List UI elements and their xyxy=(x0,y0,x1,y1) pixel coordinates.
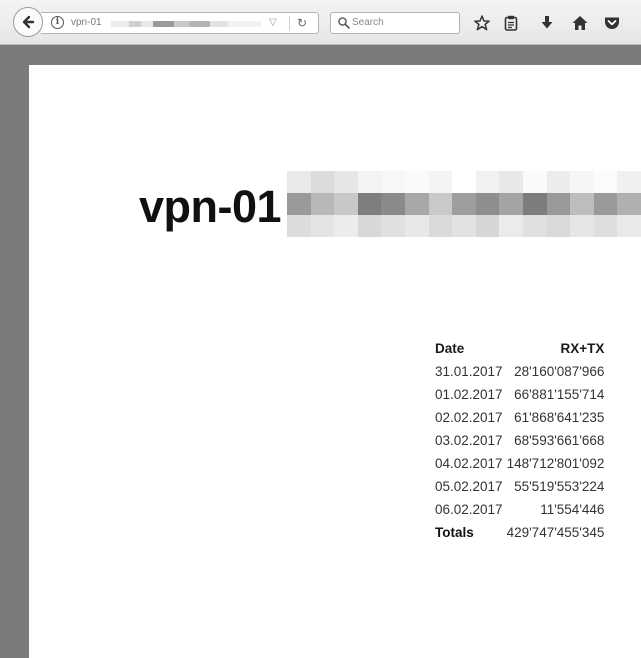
table-row: 06.02.2017 11'554'446 xyxy=(435,498,604,521)
table-row: 31.01.2017 28'160'087'966 xyxy=(435,360,604,383)
home-button[interactable] xyxy=(570,13,590,33)
row-date: 31.01.2017 xyxy=(435,364,503,379)
row-value: 66'881'155'714 xyxy=(514,387,605,402)
dropdown-arrow-icon[interactable]: ▽ xyxy=(269,17,277,28)
title-redacted-blur xyxy=(287,171,641,237)
totals-row: Totals 429'747'455'345 xyxy=(435,521,604,544)
table-row: 04.02.2017 148'712'801'092 xyxy=(435,452,604,475)
bookmark-button[interactable] xyxy=(472,13,492,33)
row-value: 61'868'641'235 xyxy=(514,410,605,425)
back-button[interactable] xyxy=(13,7,43,37)
reload-icon[interactable]: ↻ xyxy=(297,16,307,30)
totals-value: 429'747'455'345 xyxy=(506,525,605,540)
search-bar[interactable]: Search xyxy=(330,12,460,34)
pocket-button[interactable] xyxy=(602,13,622,33)
traffic-table: Date RX+TX 31.01.2017 28'160'087'966 01.… xyxy=(435,337,604,544)
row-date: 05.02.2017 xyxy=(435,479,503,494)
downloads-button[interactable] xyxy=(537,13,557,33)
column-header-rxtx: RX+TX xyxy=(560,341,605,356)
row-value: 68'593'661'668 xyxy=(514,433,605,448)
page-title: vpn-01 xyxy=(139,181,282,232)
row-value: 28'160'087'966 xyxy=(514,364,605,379)
table-row: 03.02.2017 68'593'661'668 xyxy=(435,429,604,452)
row-date: 04.02.2017 xyxy=(435,456,503,471)
back-arrow-icon xyxy=(22,15,35,29)
row-value: 55'519'553'224 xyxy=(514,479,605,494)
url-divider xyxy=(289,16,290,31)
row-value: 11'554'446 xyxy=(540,502,605,517)
row-date: 02.02.2017 xyxy=(435,410,503,425)
row-date: 01.02.2017 xyxy=(435,387,503,402)
pocket-icon xyxy=(605,17,619,29)
url-text[interactable]: vpn-01 xyxy=(71,17,102,28)
search-input[interactable]: Search xyxy=(352,17,384,28)
table-row: 05.02.2017 55'519'553'224 xyxy=(435,475,604,498)
row-value: 148'712'801'092 xyxy=(506,456,605,471)
table-row: 02.02.2017 61'868'641'235 xyxy=(435,406,604,429)
table-row: 01.02.2017 66'881'155'714 xyxy=(435,383,604,406)
url-redacted-blur xyxy=(111,21,261,27)
column-header-date: Date xyxy=(435,341,465,356)
row-date: 06.02.2017 xyxy=(435,502,503,517)
totals-label: Totals xyxy=(435,525,474,540)
star-icon xyxy=(474,15,490,31)
url-bar[interactable]: i vpn-01 ▽ ↻ xyxy=(41,12,319,34)
table-header-row: Date RX+TX xyxy=(435,337,604,360)
report-page: vpn-01 Date RX+TX 31.01.2017 28'160'087'… xyxy=(29,65,641,658)
download-arrow-icon xyxy=(541,16,553,29)
page-viewport: vpn-01 Date RX+TX 31.01.2017 28'160'087'… xyxy=(0,45,641,658)
reading-list-button[interactable] xyxy=(501,13,521,33)
clipboard-icon xyxy=(504,15,518,31)
home-icon xyxy=(572,16,588,30)
info-icon[interactable]: i xyxy=(51,16,64,29)
search-icon xyxy=(338,17,350,29)
browser-toolbar: i vpn-01 ▽ ↻ Search xyxy=(0,0,641,45)
row-date: 03.02.2017 xyxy=(435,433,503,448)
